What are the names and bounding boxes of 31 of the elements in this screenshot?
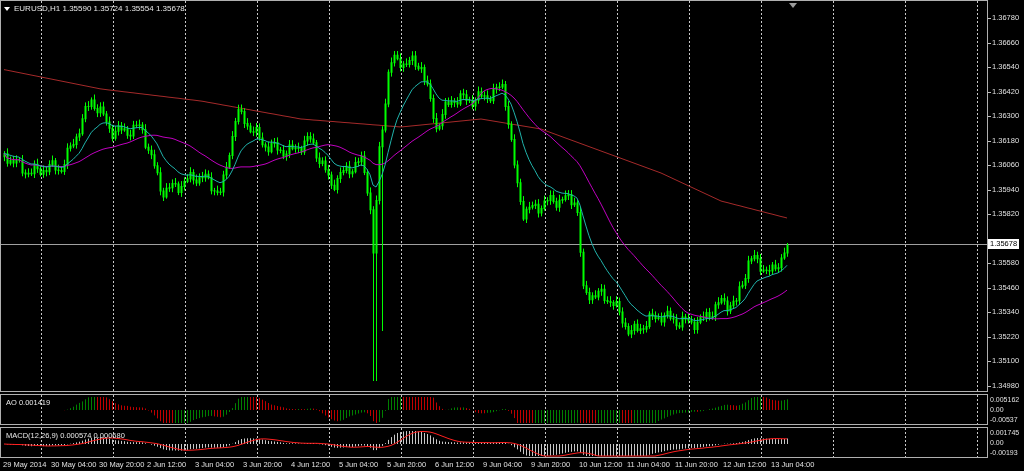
grid-line xyxy=(257,395,258,424)
grid-line xyxy=(41,428,42,457)
grid-line xyxy=(905,395,906,424)
dropdown-icon[interactable] xyxy=(4,6,10,11)
grid-line xyxy=(329,395,330,424)
grid-line xyxy=(401,428,402,457)
grid-line xyxy=(833,395,834,424)
grid-line xyxy=(185,428,186,457)
grid-line xyxy=(977,428,978,457)
grid-line xyxy=(41,395,42,424)
grid-line xyxy=(905,428,906,457)
grid-line xyxy=(113,428,114,457)
grid-line xyxy=(473,428,474,457)
grid-line xyxy=(833,428,834,457)
grid-line xyxy=(401,395,402,424)
grid-line xyxy=(689,395,690,424)
chart-shift-icon[interactable] xyxy=(789,3,797,8)
grid-line xyxy=(113,395,114,424)
grid-line xyxy=(617,428,618,457)
grid-line xyxy=(689,428,690,457)
grid-line xyxy=(617,395,618,424)
grid-line xyxy=(761,428,762,457)
grid-line xyxy=(473,395,474,424)
grid-line xyxy=(545,428,546,457)
grid-line xyxy=(977,395,978,424)
grid-line xyxy=(257,428,258,457)
grid-line xyxy=(329,428,330,457)
grid-line xyxy=(185,395,186,424)
chart-title: EURUSD,H1 1.35590 1.35724 1.35554 1.35678 xyxy=(14,4,185,13)
grid-line xyxy=(761,395,762,424)
grid-line xyxy=(545,395,546,424)
